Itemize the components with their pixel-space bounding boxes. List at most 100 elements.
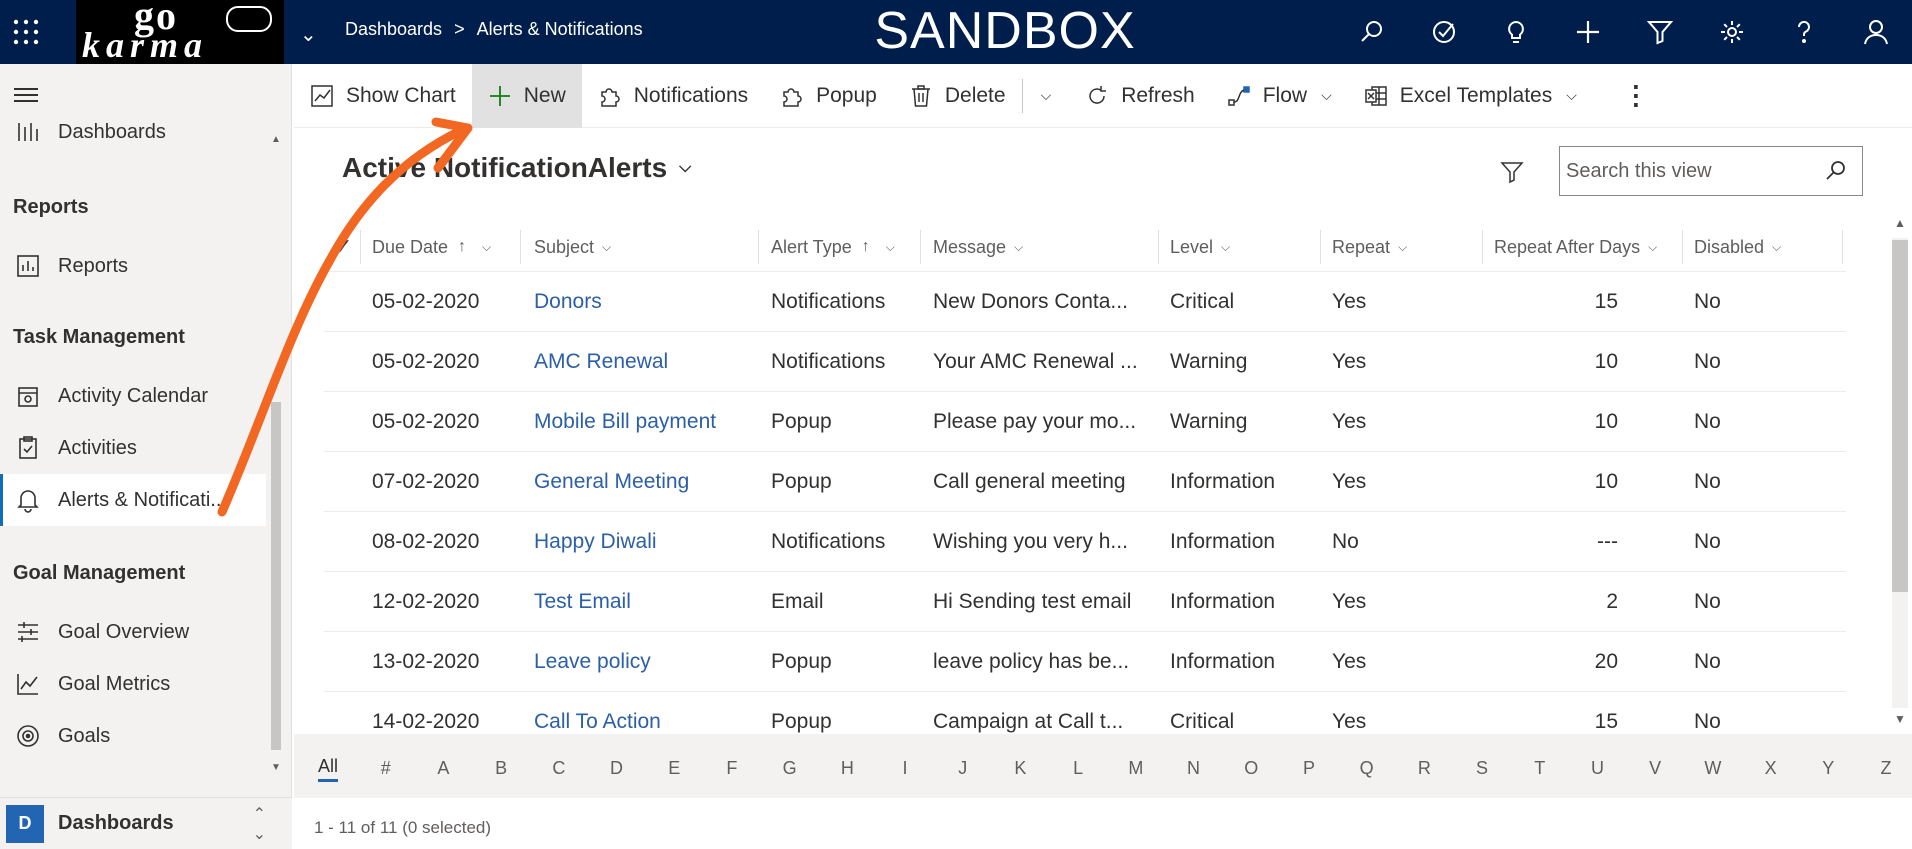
help-icon[interactable] — [1768, 0, 1840, 64]
jump-letter[interactable]: C — [552, 758, 565, 779]
jump-letter[interactable]: Z — [1881, 758, 1892, 779]
show-chart-button[interactable]: Show Chart — [294, 64, 472, 128]
column-header-disabled[interactable]: Disabled ⌵ — [1694, 222, 1781, 272]
cell-subject[interactable]: Donors — [534, 272, 754, 332]
jump-letter[interactable]: V — [1649, 758, 1661, 779]
search-icon[interactable] — [1336, 0, 1408, 64]
jump-letter[interactable]: H — [841, 758, 854, 779]
scroll-down-icon[interactable]: ▼ — [1894, 712, 1906, 726]
sidebar-item-reports[interactable]: Reports — [0, 240, 266, 292]
refresh-button[interactable]: Refresh — [1069, 64, 1211, 128]
gear-icon[interactable] — [1696, 0, 1768, 64]
jump-letter[interactable]: D — [610, 758, 623, 779]
jump-letter[interactable]: F — [726, 758, 737, 779]
table-row[interactable]: 07-02-2020 General Meeting Popup Call gener… — [324, 452, 1846, 512]
column-header-subject[interactable]: Subject ⌵ — [534, 222, 611, 272]
popup-button[interactable]: Popup — [764, 64, 893, 128]
jump-letter[interactable]: # — [381, 758, 391, 779]
area-switcher[interactable]: D Dashboards ⌃ ⌄ — [0, 797, 292, 849]
jump-letter[interactable]: I — [903, 758, 908, 779]
jump-letter[interactable]: N — [1187, 758, 1200, 779]
column-header-level[interactable]: Level ⌵ — [1170, 222, 1230, 272]
scroll-down-icon[interactable]: ▼ — [271, 762, 281, 773]
jump-all[interactable]: All — [317, 756, 339, 782]
jump-letter[interactable]: K — [1014, 758, 1026, 779]
app-launcher-icon[interactable] — [12, 18, 40, 46]
cell-subject[interactable]: General Meeting — [534, 452, 754, 512]
cell-repeat-after-days: 10 — [1594, 350, 1618, 373]
column-header-repeat-after-days[interactable]: Repeat After Days ⌵ — [1494, 222, 1657, 272]
breadcrumb-dashboards[interactable]: Dashboards — [345, 19, 442, 39]
search-view-box[interactable] — [1559, 146, 1863, 196]
plus-icon[interactable] — [1552, 0, 1624, 64]
task-icon[interactable] — [1408, 0, 1480, 64]
table-row[interactable]: 08-02-2020 Happy Diwali Notifications Wishi… — [324, 512, 1846, 572]
jump-letter[interactable]: T — [1534, 758, 1545, 779]
sidebar-item-goal-overview[interactable]: Goal Overview — [0, 606, 266, 658]
cell-subject[interactable]: Leave policy — [534, 632, 754, 692]
table-row[interactable]: 05-02-2020 AMC Renewal Notifications Your A… — [324, 332, 1846, 392]
table-row[interactable]: 13-02-2020 Leave policy Popup leave policy … — [324, 632, 1846, 692]
column-header-repeat[interactable]: Repeat ⌵ — [1332, 222, 1407, 272]
flow-button[interactable]: Flow ⌵ — [1211, 64, 1348, 128]
jump-letter[interactable]: Q — [1360, 758, 1374, 779]
jump-letter[interactable]: Y — [1822, 758, 1834, 779]
hamburger-menu-icon[interactable] — [14, 88, 38, 106]
view-selector[interactable]: Active NotificationAlerts ⌵ — [342, 152, 691, 184]
column-header-due-date[interactable]: Due Date ↑ ⌵ — [372, 222, 491, 272]
company-logo[interactable]: go karma — [76, 0, 284, 64]
sidebar-item-goal-metrics[interactable]: Goal Metrics — [0, 658, 266, 710]
scroll-up-icon[interactable]: ▲ — [1894, 216, 1906, 230]
user-icon[interactable] — [1840, 0, 1912, 64]
excel-templates-button[interactable]: Excel Templates ⌵ — [1348, 64, 1593, 128]
cell-subject[interactable]: Mobile Bill payment — [534, 392, 754, 452]
cell-subject[interactable]: Test Email — [534, 572, 754, 632]
column-header-alert-type[interactable]: Alert Type ↑ ⌵ — [771, 222, 895, 272]
cell-subject[interactable]: Happy Diwali — [534, 512, 754, 572]
select-all-checkmark-icon[interactable]: ✓ — [334, 234, 352, 260]
more-commands-icon[interactable]: ⋮ — [1607, 80, 1665, 111]
delete-more-dropdown[interactable]: ⌵ — [1023, 64, 1070, 128]
jump-letter[interactable]: R — [1418, 758, 1431, 779]
jump-letter[interactable]: X — [1765, 758, 1777, 779]
jump-letter[interactable]: J — [958, 758, 967, 779]
jump-letter[interactable]: E — [668, 758, 680, 779]
jump-letter[interactable]: O — [1244, 758, 1258, 779]
notifications-button[interactable]: Notifications — [582, 64, 764, 128]
table-row[interactable]: 05-02-2020 Donors Notifications New Donors … — [324, 272, 1846, 332]
jump-letter[interactable]: S — [1476, 758, 1488, 779]
new-button[interactable]: New — [471, 63, 582, 128]
filter-icon[interactable] — [1624, 0, 1696, 64]
jump-letter[interactable]: A — [437, 758, 449, 779]
sidebar-item-dashboards[interactable]: Dashboards — [0, 106, 266, 158]
scroll-up-icon[interactable]: ▲ — [271, 134, 281, 145]
search-icon[interactable] — [1824, 159, 1848, 183]
table-row[interactable]: 12-02-2020 Test Email Email Hi Sending test… — [324, 572, 1846, 632]
jump-letter[interactable]: G — [783, 758, 797, 779]
jump-letter[interactable]: L — [1073, 758, 1083, 779]
delete-button[interactable]: Delete — [893, 64, 1022, 128]
sidebar-scroll-thumb[interactable] — [271, 402, 281, 750]
jump-letter[interactable]: U — [1591, 758, 1604, 779]
jump-letter[interactable]: P — [1303, 758, 1315, 779]
filter-icon[interactable] — [1500, 160, 1524, 184]
search-input[interactable] — [1560, 159, 1810, 183]
breadcrumb-alerts[interactable]: Alerts & Notifications — [477, 19, 643, 39]
table-row[interactable]: 05-02-2020 Mobile Bill payment Popup Please… — [324, 392, 1846, 452]
sidebar-item-alerts-notifications[interactable]: Alerts & Notificati... — [0, 474, 266, 526]
jump-letter[interactable]: W — [1704, 758, 1721, 779]
sidebar-item-goals[interactable]: Goals — [0, 710, 266, 762]
grid-scroll-thumb[interactable] — [1892, 240, 1908, 592]
sidebar-scrollbar[interactable]: ▲ ▼ — [268, 134, 284, 778]
chevron-down-icon[interactable]: ⌄ — [300, 22, 317, 47]
jump-letter[interactable]: B — [495, 758, 507, 779]
sidebar-item-activity-calendar[interactable]: Activity Calendar — [0, 370, 266, 422]
column-header-label: Alert Type — [771, 236, 852, 257]
lightbulb-icon[interactable] — [1480, 0, 1552, 64]
sidebar-item-activities[interactable]: Activities — [0, 422, 266, 474]
jump-letter[interactable]: M — [1128, 758, 1143, 779]
cell-subject[interactable]: AMC Renewal — [534, 332, 754, 392]
expand-collapse-icon[interactable]: ⌃ ⌄ — [253, 804, 266, 844]
grid-scrollbar[interactable]: ▲ ▼ — [1888, 212, 1912, 732]
column-header-message[interactable]: Message ⌵ — [933, 222, 1023, 272]
